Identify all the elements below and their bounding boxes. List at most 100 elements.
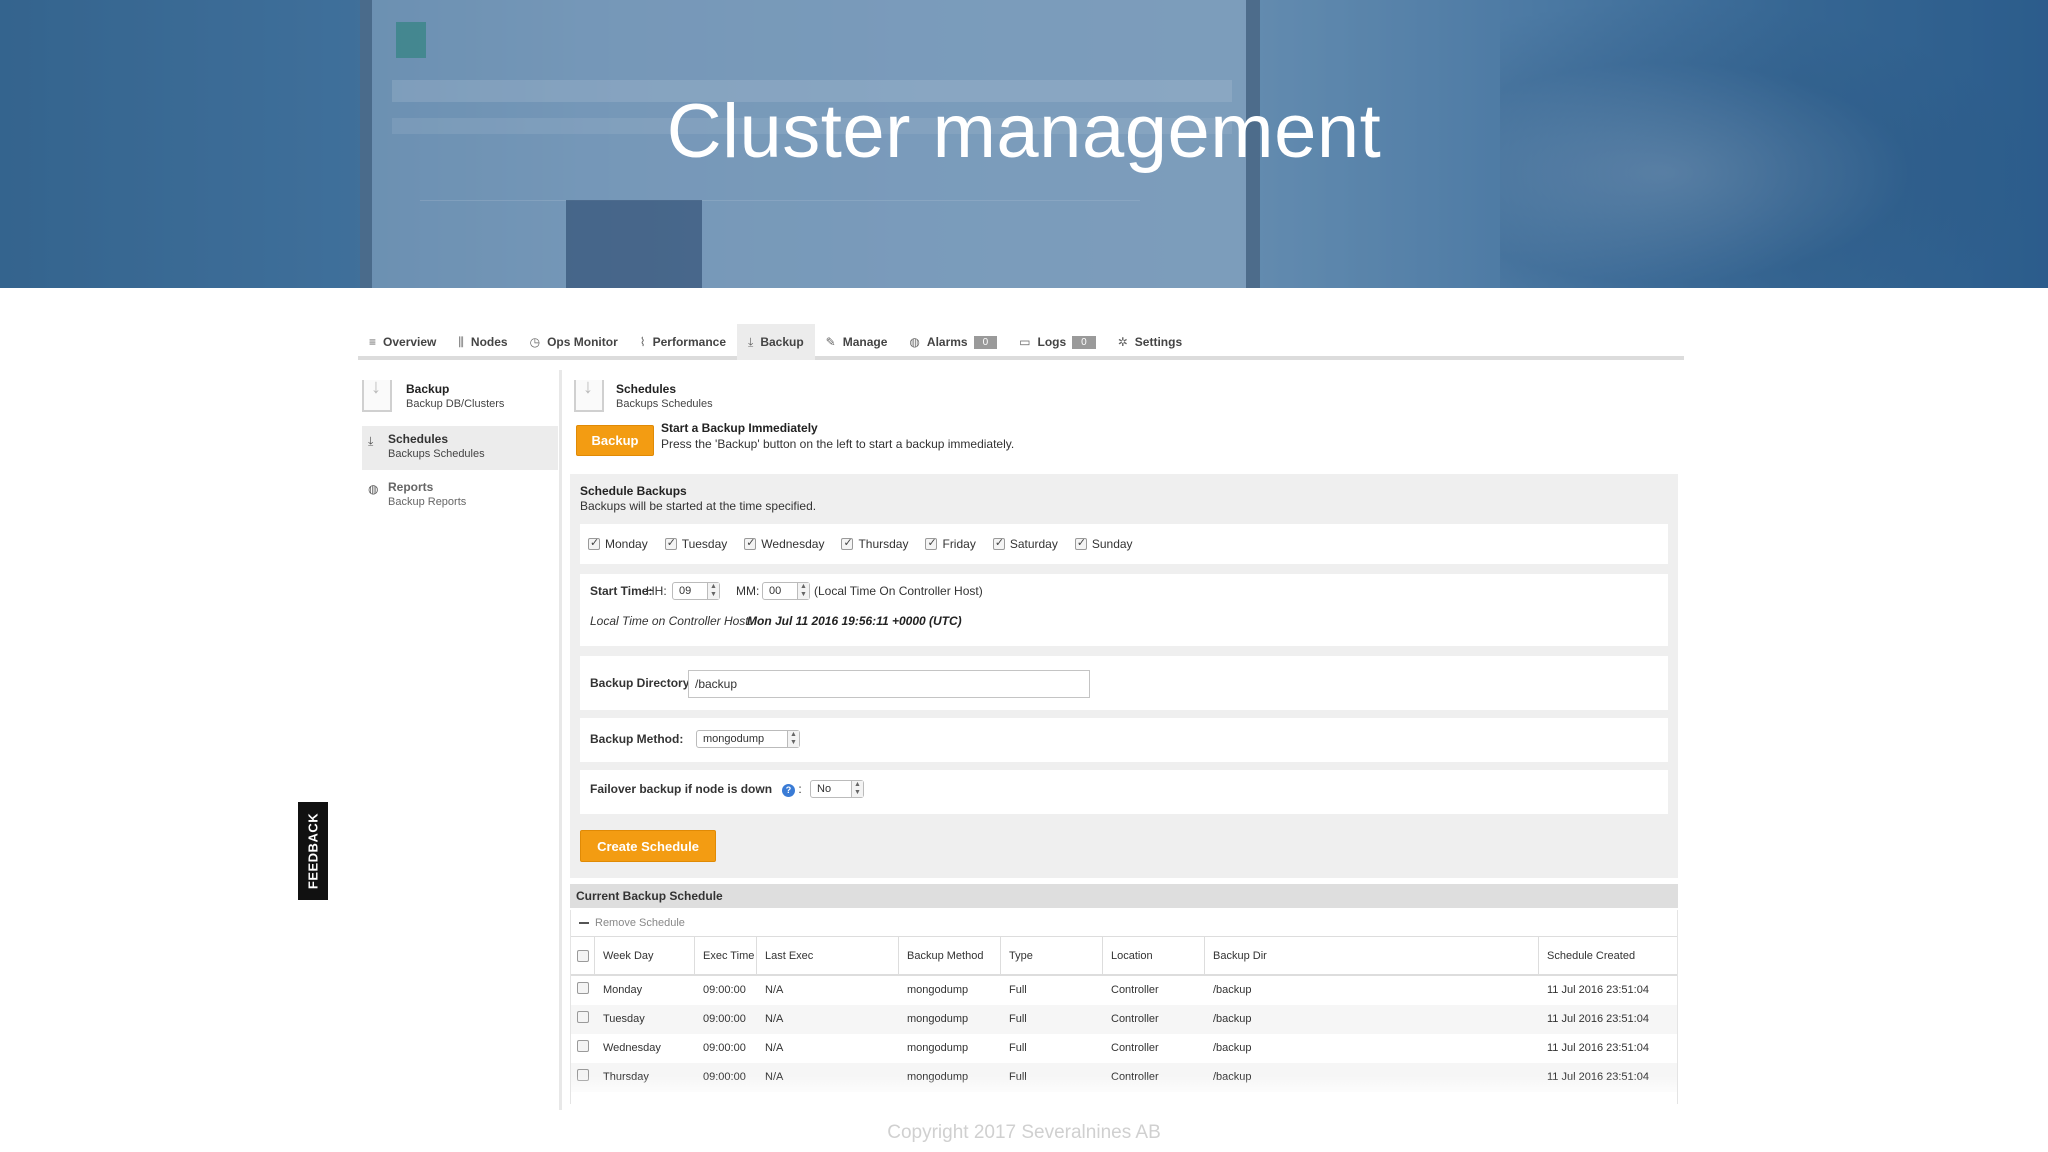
tab-nodes[interactable]: ⫼ Nodes	[447, 324, 518, 360]
cell-last-exec: N/A	[765, 984, 784, 996]
minute-stepper[interactable]: 00 ▲ ▼	[762, 582, 810, 600]
checkbox[interactable]	[744, 536, 757, 550]
row-checkbox[interactable]	[577, 1011, 589, 1023]
current-schedule-table: Week Day Exec Time Last Exec Backup Meth…	[570, 936, 1678, 1104]
column-header[interactable]: Backup Method	[899, 937, 1001, 975]
cell-schedule-created: 11 Jul 2016 23:51:04	[1547, 984, 1649, 996]
select-arrows-icon: ▲ ▼	[787, 731, 799, 747]
backup-directory-input[interactable]: /backup	[688, 670, 1090, 698]
day-tuesday[interactable]: Tuesday	[664, 536, 728, 551]
backup-now-button[interactable]: Backup	[576, 425, 654, 456]
backup-method-label: Backup Method:	[590, 732, 684, 746]
current-schedule-title: Current Backup Schedule	[570, 884, 1678, 908]
hour-stepper[interactable]: 09 ▲ ▼	[672, 582, 720, 600]
help-icon[interactable]: ?	[782, 784, 795, 797]
alarms-count-badge: 0	[973, 335, 998, 349]
day-label: Sunday	[1091, 537, 1133, 551]
create-schedule-button[interactable]: Create Schedule	[580, 830, 716, 862]
sidebar-item-title: Schedules	[388, 432, 449, 446]
cell-last-exec: N/A	[765, 1042, 784, 1054]
table-row[interactable]: Monday 09:00:00 N/A mongodump Full Contr…	[571, 976, 1677, 1005]
backup-download-icon	[362, 376, 392, 412]
schedule-backups-panel: Schedule Backups Backups will be started…	[570, 474, 1678, 878]
sidebar-item-title: Reports	[388, 480, 434, 494]
day-friday[interactable]: Friday	[925, 536, 976, 551]
backup-directory-section: Backup Directory: /backup	[580, 656, 1668, 710]
checkbox[interactable]	[992, 536, 1005, 550]
column-header[interactable]: Exec Time	[695, 937, 757, 975]
failover-select[interactable]: No ▲ ▼	[810, 780, 864, 798]
tab-label: Overview	[383, 335, 437, 349]
sidebar-header: Backup Backup DB/Clusters	[362, 376, 558, 420]
cell-location: Controller	[1111, 1013, 1159, 1025]
tab-overview[interactable]: ≡ Overview	[358, 324, 447, 360]
feedback-tab[interactable]: FEEDBACK	[298, 802, 328, 900]
logs-icon: ▭	[1019, 335, 1031, 349]
tab-logs[interactable]: ▭ Logs 0	[1008, 324, 1107, 360]
tab-settings[interactable]: ✲ Settings	[1107, 324, 1193, 360]
sidebar-item-subtitle: Backup Reports	[388, 496, 467, 508]
day-sunday[interactable]: Sunday	[1074, 536, 1133, 551]
cell-backup-dir: /backup	[1213, 984, 1252, 996]
remove-schedule-button[interactable]: Remove Schedule	[570, 910, 1678, 936]
stepper-arrows-icon[interactable]: ▲ ▼	[707, 583, 719, 599]
stepper-arrows-icon[interactable]: ▲ ▼	[797, 583, 809, 599]
sidebar-item-reports[interactable]: ◍ Reports Backup Reports	[362, 474, 558, 518]
sidebar-item-subtitle: Backups Schedules	[388, 448, 485, 460]
column-header[interactable]: Last Exec	[757, 937, 899, 975]
backup-method-section: Backup Method: mongodump ▲ ▼	[580, 718, 1668, 762]
cell-backup-method: mongodump	[907, 1013, 969, 1025]
download-icon: ⤓	[368, 434, 374, 448]
select-all-cell	[571, 937, 595, 975]
row-checkbox[interactable]	[577, 982, 589, 994]
table-row[interactable]: Wednesday 09:00:00 N/A mongodump Full Co…	[571, 1034, 1677, 1063]
checkbox[interactable]	[664, 536, 677, 550]
sidebar-header-title: Backup	[406, 382, 450, 396]
tab-label: Backup	[760, 335, 804, 349]
day-wednesday[interactable]: Wednesday	[744, 536, 824, 551]
row-checkbox[interactable]	[577, 1040, 589, 1052]
tab-ops-monitor[interactable]: ◷ Ops Monitor	[519, 324, 629, 360]
tab-alarms[interactable]: ◍ Alarms 0	[898, 324, 1008, 360]
tab-manage[interactable]: ✎ Manage	[815, 324, 899, 360]
column-header[interactable]: Week Day	[595, 937, 695, 975]
tab-label: Ops Monitor	[547, 335, 618, 349]
immediate-backup-title: Start a Backup Immediately	[661, 421, 818, 435]
column-header[interactable]: Type	[1001, 937, 1103, 975]
hero-banner: Cluster management	[0, 0, 2048, 288]
column-header[interactable]: Location	[1103, 937, 1205, 975]
failover-help: ? :	[782, 782, 802, 797]
main-tab-bar: ≡ Overview ⫼ Nodes ◷ Ops Monitor ⌇ Performan…	[358, 324, 1684, 360]
logs-count-badge: 0	[1072, 335, 1096, 349]
checkbox[interactable]	[925, 536, 938, 550]
day-monday[interactable]: Monday	[588, 536, 648, 551]
tab-label: Manage	[842, 335, 888, 349]
tab-backup[interactable]: ⤓ Backup	[737, 324, 815, 360]
hh-label: HH:	[646, 584, 667, 598]
page-title: Schedules	[616, 382, 677, 396]
copyright-footer: Copyright 2017 Severalnines AB	[887, 1122, 1161, 1143]
day-saturday[interactable]: Saturday	[992, 536, 1058, 551]
feedback-label: FEEDBACK	[305, 812, 321, 890]
schedule-title: Schedule Backups	[580, 484, 687, 498]
checkbox[interactable]	[588, 536, 600, 550]
day-label: Tuesday	[681, 537, 728, 551]
cell-week-day: Tuesday	[603, 1013, 645, 1025]
sidebar-item-schedules[interactable]: ⤓ Schedules Backups Schedules	[362, 426, 558, 470]
select-all-checkbox[interactable]	[577, 950, 589, 962]
sidebar-header-subtitle: Backup DB/Clusters	[406, 398, 505, 410]
minute-value: 00	[769, 585, 782, 597]
cell-schedule-created: 11 Jul 2016 23:51:04	[1547, 1042, 1649, 1054]
table-row[interactable]: Tuesday 09:00:00 N/A mongodump Full Cont…	[571, 1005, 1677, 1034]
tab-performance[interactable]: ⌇ Performance	[629, 324, 737, 360]
reports-icon: ◍	[368, 482, 379, 496]
nodes-icon: ⫼	[458, 334, 464, 349]
day-thursday[interactable]: Thursday	[841, 536, 908, 551]
checkbox[interactable]	[1074, 536, 1087, 550]
cell-backup-method: mongodump	[907, 984, 969, 996]
backup-method-select[interactable]: mongodump ▲ ▼	[696, 730, 800, 748]
table-fade	[571, 1076, 1677, 1104]
column-header[interactable]: Backup Dir	[1205, 937, 1539, 975]
column-header[interactable]: Schedule Created	[1539, 937, 1677, 975]
checkbox[interactable]	[841, 536, 854, 550]
